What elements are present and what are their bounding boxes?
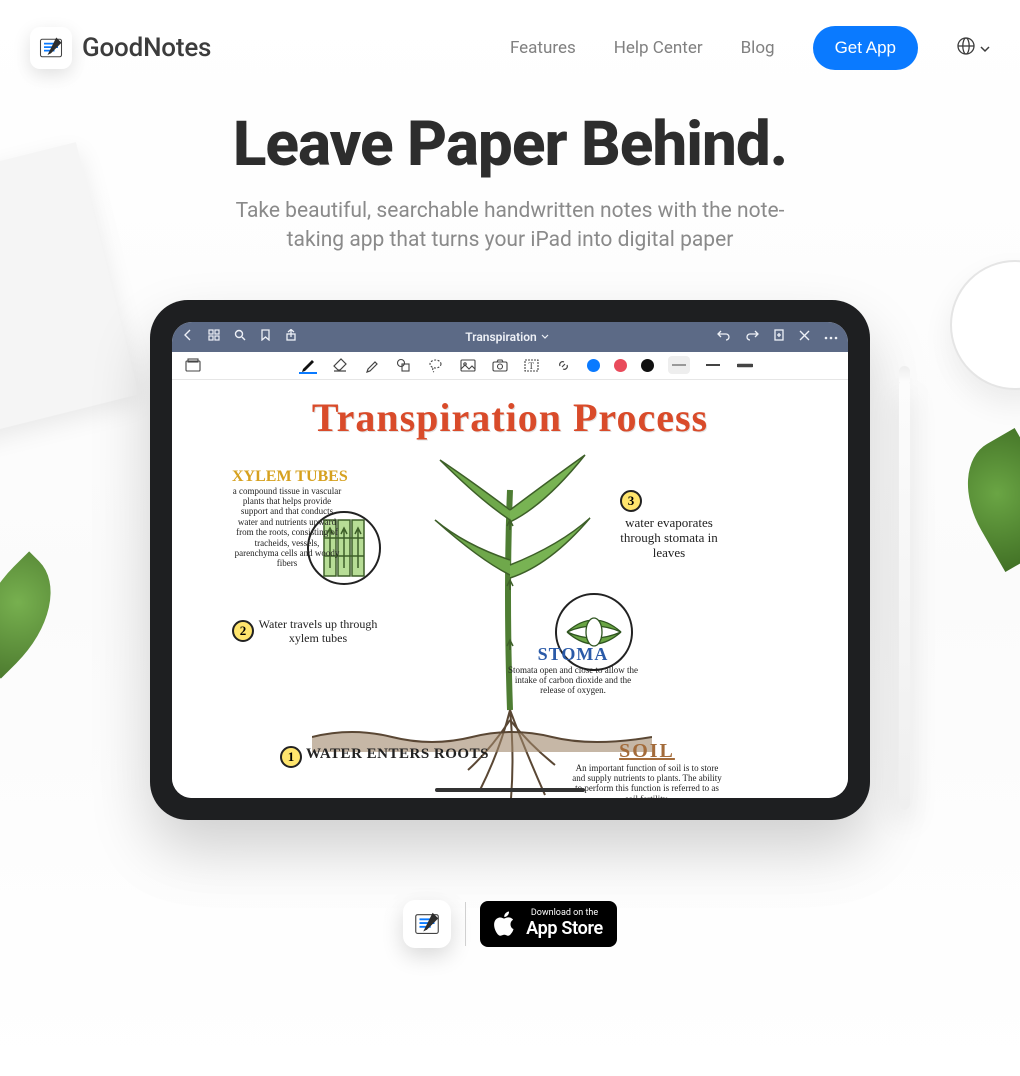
globe-icon: [956, 36, 976, 60]
document-title[interactable]: Transpiration: [465, 330, 548, 344]
app-store-button[interactable]: Download on the App Store: [480, 901, 617, 947]
redo-icon[interactable]: [745, 329, 759, 344]
nav-features[interactable]: Features: [510, 38, 576, 58]
apple-pencil: [899, 380, 910, 810]
divider: [465, 902, 466, 946]
chevron-down-icon: [980, 39, 990, 58]
logo[interactable]: GoodNotes: [30, 27, 211, 69]
step-3-badge: 3: [620, 490, 642, 512]
search-icon[interactable]: [234, 329, 246, 344]
app-icon: [403, 900, 451, 948]
undo-icon[interactable]: [717, 329, 731, 344]
lasso-tool-icon[interactable]: [427, 356, 445, 374]
annot-xylem: XYLEM TUBES a compound tissue in vascula…: [232, 468, 348, 569]
download-row: Download on the App Store: [0, 900, 1020, 948]
app-toolbar: T: [172, 352, 848, 380]
annot-stoma: STOMA Stomata open and close to allow th…: [508, 644, 638, 696]
image-tool-icon[interactable]: [459, 356, 477, 374]
hero-headline: Leave Paper Behind.: [0, 108, 1020, 181]
language-selector[interactable]: [956, 36, 990, 60]
link-tool-icon[interactable]: [555, 356, 573, 374]
stroke-med-icon[interactable]: [704, 356, 722, 374]
stroke-thin-icon[interactable]: [668, 356, 690, 374]
app-titlebar: Transpiration: [172, 322, 848, 352]
shape-tool-icon[interactable]: [395, 356, 413, 374]
step-2-text: Water travels up through xylem tubes: [258, 618, 378, 646]
ipad-mockup: Transpiration: [150, 300, 870, 820]
close-icon[interactable]: [799, 330, 810, 344]
color-black[interactable]: [641, 359, 654, 372]
highlighter-tool-icon[interactable]: [363, 356, 381, 374]
eraser-tool-icon[interactable]: [331, 356, 349, 374]
thumbnails-icon[interactable]: [208, 329, 220, 344]
note-canvas: Transpiration Process: [172, 380, 848, 798]
apple-icon: [494, 911, 516, 937]
appstore-title: App Store: [526, 918, 603, 939]
add-page-icon[interactable]: [773, 329, 785, 344]
nav-help-center[interactable]: Help Center: [614, 38, 703, 58]
bookmark-icon[interactable]: [260, 329, 271, 344]
stroke-thick-icon[interactable]: [736, 356, 754, 374]
readonly-icon[interactable]: [184, 356, 202, 374]
hero-subhead: Take beautiful, searchable handwritten n…: [230, 197, 790, 256]
chevron-down-icon: [541, 333, 549, 341]
get-app-button[interactable]: Get App: [813, 26, 918, 70]
main-nav: Features Help Center Blog Get App: [510, 26, 990, 70]
svg-text:T: T: [529, 361, 535, 371]
logo-text: GoodNotes: [82, 33, 211, 63]
color-red[interactable]: [614, 359, 627, 372]
text-tool-icon[interactable]: T: [523, 356, 541, 374]
annot-soil: SOIL An important function of soil is to…: [572, 740, 722, 798]
back-icon[interactable]: [182, 329, 194, 344]
color-blue[interactable]: [587, 359, 600, 372]
pen-tool-icon[interactable]: [299, 356, 317, 374]
note-title: Transpiration Process: [172, 380, 848, 441]
site-header: GoodNotes Features Help Center Blog Get …: [0, 0, 1020, 96]
appstore-pretitle: Download on the: [526, 909, 603, 918]
step-1-badge: 1: [280, 746, 302, 768]
home-indicator: [435, 788, 585, 792]
more-icon[interactable]: [824, 330, 838, 343]
step-3-text: water evaporates through stomata in leav…: [614, 516, 724, 561]
nav-blog[interactable]: Blog: [741, 38, 775, 58]
step-2-badge: 2: [232, 620, 254, 642]
ipad-screen: Transpiration: [172, 322, 848, 798]
share-icon[interactable]: [285, 329, 297, 344]
step-1-text: water enters roots: [306, 746, 489, 763]
camera-tool-icon[interactable]: [491, 356, 509, 374]
logo-icon: [30, 27, 72, 69]
hero-section: Leave Paper Behind. Take beautiful, sear…: [0, 108, 1020, 948]
